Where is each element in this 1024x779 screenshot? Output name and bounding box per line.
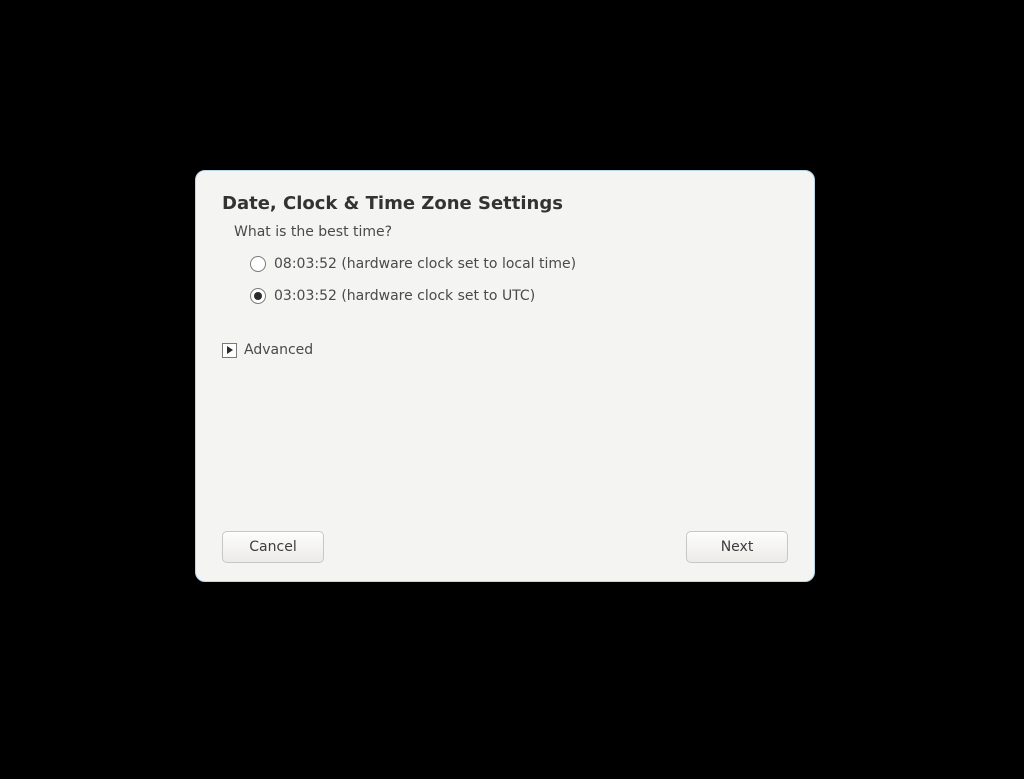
radio-option-utc[interactable]: 03:03:52 (hardware clock set to UTC): [250, 282, 788, 310]
timezone-dialog: Date, Clock & Time Zone Settings What is…: [195, 170, 815, 582]
radio-icon: [250, 256, 266, 272]
next-button[interactable]: Next: [686, 531, 788, 563]
advanced-label: Advanced: [244, 342, 313, 358]
radio-icon: [250, 288, 266, 304]
cancel-button[interactable]: Cancel: [222, 531, 324, 563]
question-text: What is the best time?: [234, 224, 788, 240]
advanced-expander[interactable]: Advanced: [222, 342, 788, 358]
dialog-spacer: [222, 358, 788, 531]
radio-option-local-time[interactable]: 08:03:52 (hardware clock set to local ti…: [250, 250, 788, 278]
button-bar: Cancel Next: [222, 531, 788, 563]
time-radio-group: 08:03:52 (hardware clock set to local ti…: [250, 250, 788, 314]
expand-right-icon: [222, 343, 237, 358]
radio-label-local-time: 08:03:52 (hardware clock set to local ti…: [274, 256, 576, 272]
dialog-title: Date, Clock & Time Zone Settings: [222, 193, 788, 214]
radio-label-utc: 03:03:52 (hardware clock set to UTC): [274, 288, 535, 304]
